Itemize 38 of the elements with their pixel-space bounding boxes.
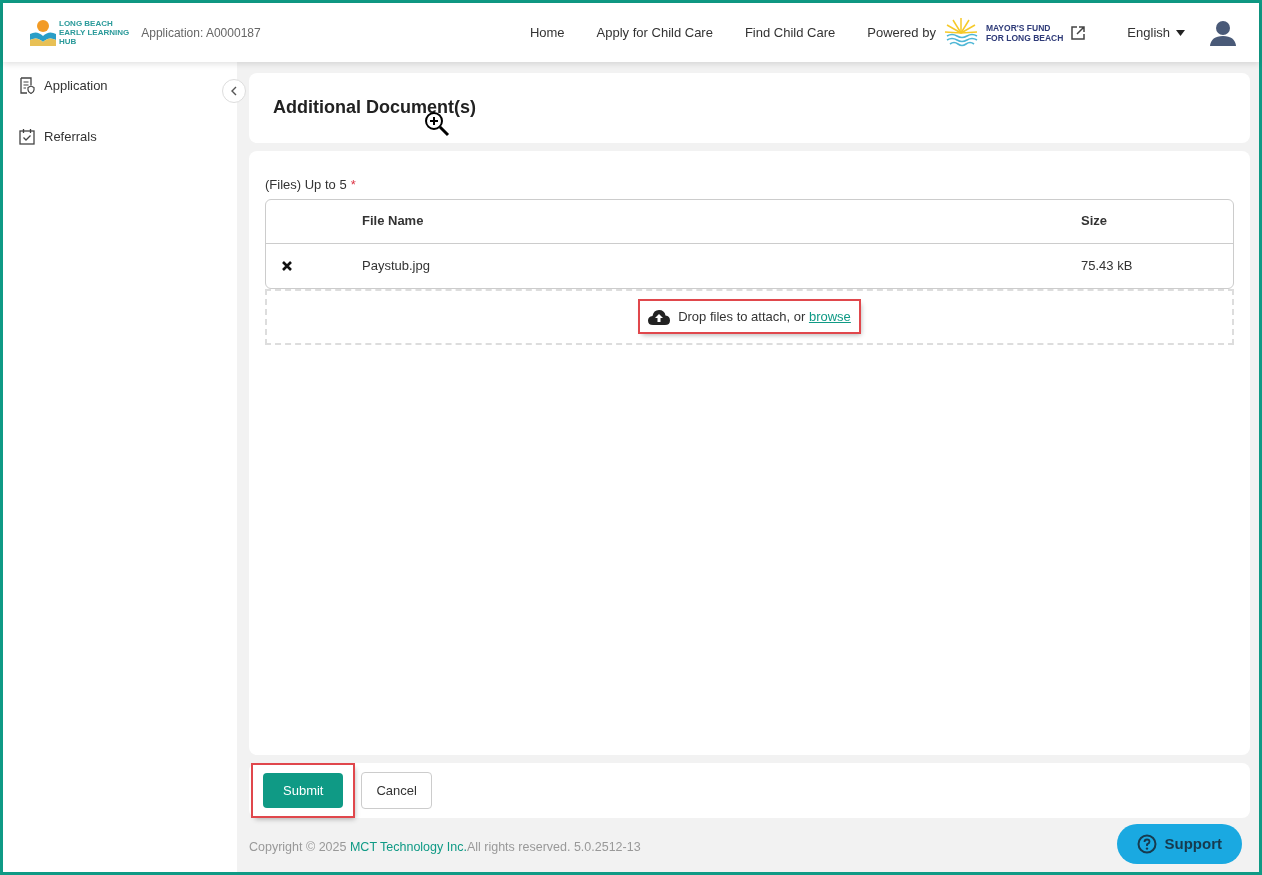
logo-text: LONG BEACH: [59, 19, 114, 28]
required-asterisk: *: [350, 177, 356, 192]
copyright-text: Copyright © 2025 MCT Technology Inc.All rights reserved. 5.0.2512-13: [249, 839, 641, 856]
file-name: Paystub.jpg: [362, 257, 430, 273]
cancel-button[interactable]: Cancel: [361, 771, 432, 810]
column-header: File Name: [362, 213, 424, 229]
logo-text: HUB: [59, 37, 78, 46]
calendar-check-icon: [19, 127, 35, 145]
browse-link[interactable]: browse: [808, 308, 851, 324]
chevron-left-icon: [230, 86, 238, 96]
column-header: Size: [1081, 213, 1107, 229]
powered-by-label: Powered by: [867, 23, 936, 42]
nav-link[interactable]: Find Child Care: [744, 22, 836, 43]
partner-logo-text: FOR LONG BEACH: [985, 32, 1064, 43]
page-title: Additional Document(s): [273, 97, 476, 119]
sidebar-item[interactable]: Application: [3, 72, 213, 100]
field-label: (Files) Up to 5: [265, 177, 347, 192]
sun-waves-logo-icon: [943, 16, 978, 49]
caret-icon: [1176, 29, 1185, 36]
file-size: 75.43 kB: [1081, 257, 1133, 273]
drop-instruction: Drop files to attach, or browse: [678, 307, 851, 326]
cloud-upload-icon: [648, 308, 671, 325]
application-number: Application: A0000187: [141, 24, 261, 42]
submit-button[interactable]: Submit: [263, 772, 344, 809]
support-button[interactable]: Support: [1116, 823, 1242, 864]
user-avatar-icon[interactable]: [1209, 19, 1237, 46]
external-link-icon[interactable]: [1071, 25, 1086, 40]
remove-icon[interactable]: [282, 261, 292, 272]
language-dropdown[interactable]: English: [1127, 22, 1185, 43]
sidebar-item[interactable]: Referrals: [3, 122, 213, 150]
logo-text: EARLY LEARNING: [59, 28, 130, 37]
document-icon: [19, 77, 35, 95]
partner-logo-text: MAYOR'S FUND: [985, 22, 1052, 33]
help-icon: [1136, 833, 1157, 854]
logo-icon: [29, 17, 57, 48]
nav-link[interactable]: Apply for Child Care: [596, 22, 713, 43]
nav-link[interactable]: Home: [529, 22, 565, 43]
drop-zone[interactable]: Drop files to attach, or browse: [265, 288, 1234, 345]
